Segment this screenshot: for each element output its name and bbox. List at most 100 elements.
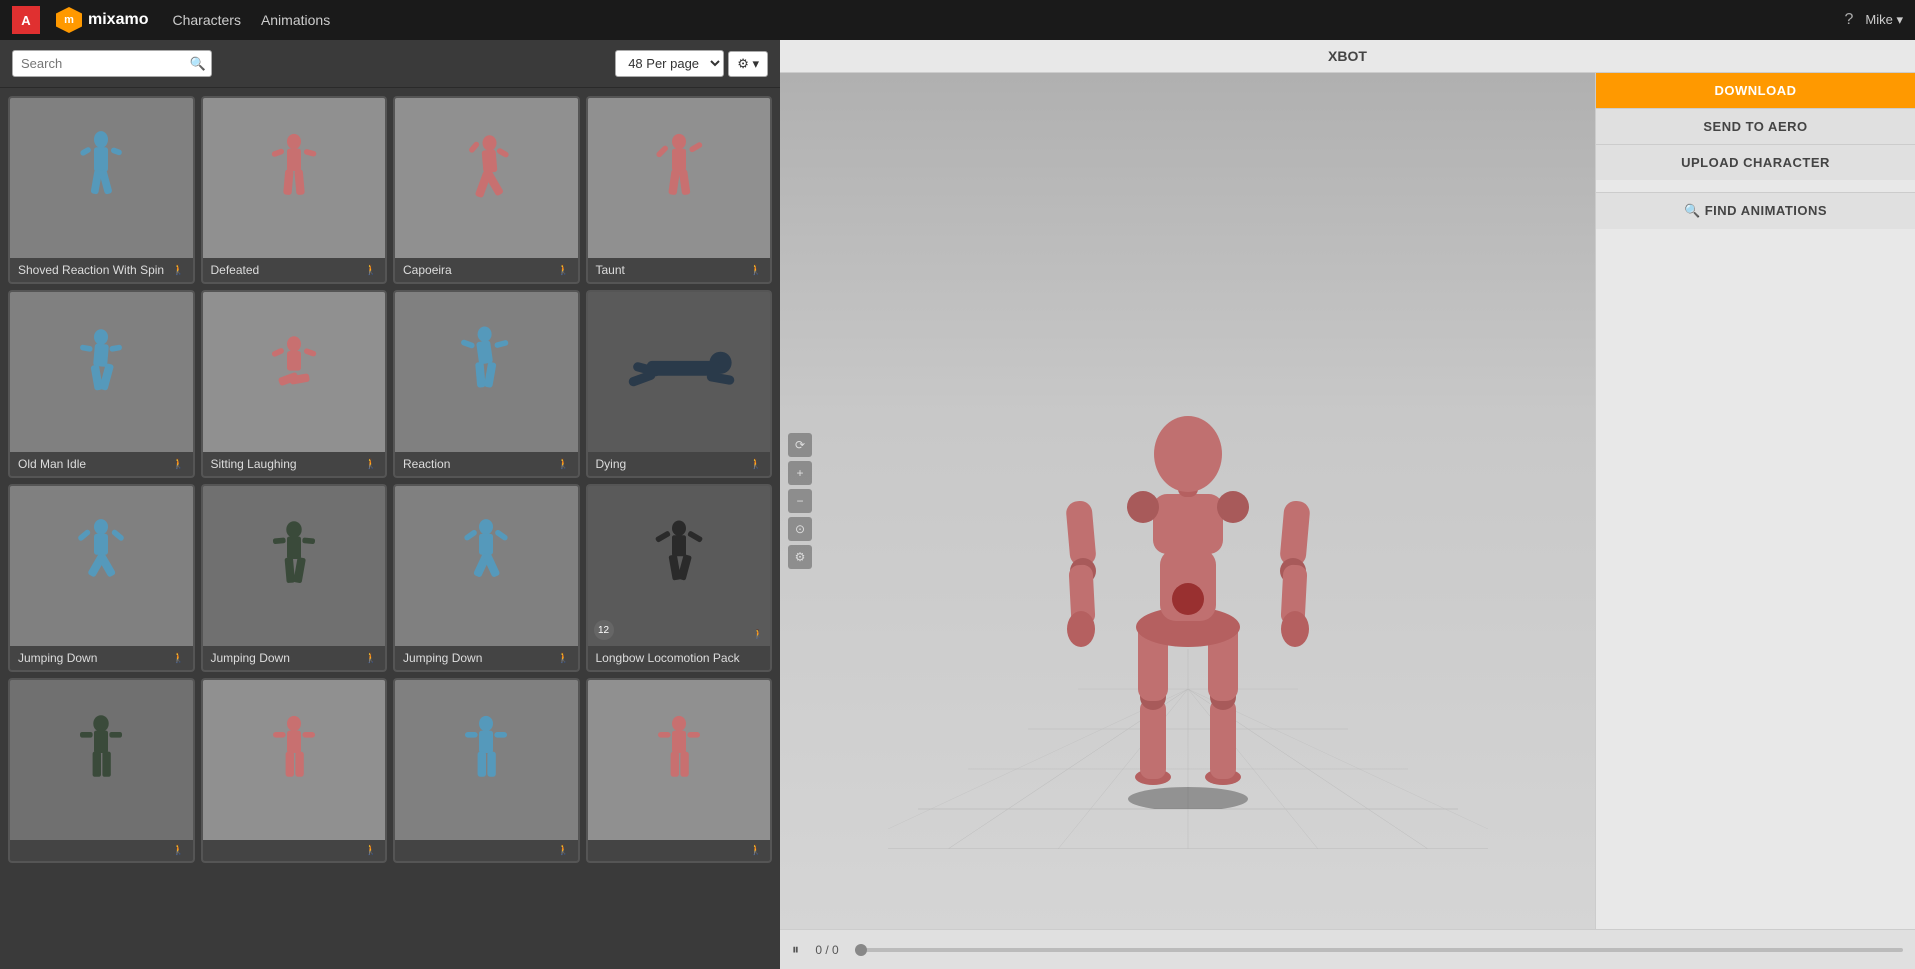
anim-card-reaction[interactable]: Reaction 🚶 [393, 290, 580, 478]
settings-control[interactable]: ⚙ [788, 545, 812, 569]
per-page-select: 48 Per page 24 Per page 12 Per page ⚙ ▾ [615, 50, 768, 77]
nav-right: ? Mike ▾ [1845, 11, 1904, 29]
character-name: XBOT [1328, 48, 1367, 64]
anim-thumb-jumping-1 [10, 486, 193, 646]
search-input[interactable] [12, 50, 212, 77]
right-content: ⟳ + − ⊙ ⚙ DOWNLOAD SEND TO AERO UPLOAD C… [780, 73, 1915, 929]
anim-card-dying[interactable]: Dying 🚶 [586, 290, 773, 478]
anim-label-jumping-3: Jumping Down 🚶 [395, 646, 578, 670]
play-button[interactable]: ⏸ [792, 941, 799, 958]
anim-label-row4-1: 🚶 [10, 840, 193, 861]
anim-name-taunt: Taunt [596, 263, 625, 277]
left-panel: 🔍 48 Per page 24 Per page 12 Per page ⚙ … [0, 40, 780, 969]
anim-card-taunt[interactable]: Taunt 🚶 [586, 96, 773, 284]
animation-grid-wrapper[interactable]: Shoved Reaction With Spin 🚶 [0, 88, 780, 969]
char-figure-blue-2 [66, 312, 136, 432]
anim-name-old-man-idle: Old Man Idle [18, 457, 86, 471]
search-bar: 🔍 48 Per page 24 Per page 12 Per page ⚙ … [0, 40, 780, 88]
zoom-in-control[interactable]: + [788, 461, 812, 485]
anim-label-old-man-idle: Old Man Idle 🚶 [10, 452, 193, 476]
walk-icon-15: 🚶 [557, 845, 569, 856]
anim-card-jumping-2[interactable]: Jumping Down 🚶 [201, 484, 388, 672]
anim-card-row4-2[interactable]: 🚶 [201, 678, 388, 863]
anim-label-row4-3: 🚶 [395, 840, 578, 861]
anim-card-defeated[interactable]: Defeated 🚶 [201, 96, 388, 284]
char-figure-row4-3 [451, 700, 521, 820]
mixamo-hex-icon: m [56, 7, 82, 33]
walk-icon-4: 🚶 [750, 265, 762, 276]
anim-name-jumping-1: Jumping Down [18, 651, 97, 665]
send-to-aero-button[interactable]: SEND TO AERO [1596, 108, 1915, 144]
anim-card-jumping-1[interactable]: Jumping Down 🚶 [8, 484, 195, 672]
anim-thumb-row4-3 [395, 680, 578, 840]
anim-name-reaction: Reaction [403, 457, 450, 471]
pack-icon: 🚶 [753, 629, 764, 640]
anim-name-shoved: Shoved Reaction With Spin [18, 263, 164, 277]
walk-icon-10: 🚶 [365, 653, 377, 664]
anim-thumb-sitting-laughing [203, 292, 386, 452]
walk-icon-5: 🚶 [172, 459, 184, 470]
anim-thumb-jumping-2 [203, 486, 386, 646]
anim-name-jumping-2: Jumping Down [211, 651, 290, 665]
find-animations-button[interactable]: 🔍 FIND ANIMATIONS [1596, 192, 1915, 229]
zoom-out-control[interactable]: − [788, 489, 812, 513]
walk-icon-11: 🚶 [557, 653, 569, 664]
adobe-logo: A [12, 6, 40, 34]
anim-label-defeated: Defeated 🚶 [203, 258, 386, 282]
anim-name-dying: Dying [596, 457, 627, 471]
char-figure-pink-1 [259, 118, 329, 238]
anim-label-row4-4: 🚶 [588, 840, 771, 861]
nav-animations[interactable]: Animations [261, 12, 330, 28]
anim-name-jumping-3: Jumping Down [403, 651, 482, 665]
per-page-dropdown[interactable]: 48 Per page 24 Per page 12 Per page [615, 50, 724, 77]
search-button[interactable]: 🔍 [190, 56, 206, 72]
anim-name-sitting-laughing: Sitting Laughing [211, 457, 297, 471]
anim-label-longbow: Longbow Locomotion Pack [588, 646, 771, 670]
anim-name-longbow: Longbow Locomotion Pack [596, 651, 740, 665]
progress-thumb[interactable] [855, 944, 867, 956]
download-button[interactable]: DOWNLOAD [1596, 73, 1915, 108]
anim-label-shoved: Shoved Reaction With Spin 🚶 [10, 258, 193, 282]
char-figure-pink-3 [644, 118, 714, 238]
main-layout: 🔍 48 Per page 24 Per page 12 Per page ⚙ … [0, 40, 1915, 969]
nav-links: Characters Animations [172, 12, 330, 28]
top-navigation: A m mixamo Characters Animations ? Mike … [0, 0, 1915, 40]
progress-bar[interactable] [855, 948, 1903, 952]
anim-thumb-capoeira [395, 98, 578, 258]
walk-icon-16: 🚶 [750, 845, 762, 856]
anim-card-row4-1[interactable]: 🚶 [8, 678, 195, 863]
nav-characters[interactable]: Characters [172, 12, 240, 28]
search-input-wrapper: 🔍 [12, 50, 212, 77]
walk-icon-3: 🚶 [557, 265, 569, 276]
anim-thumb-reaction [395, 292, 578, 452]
anim-thumb-taunt [588, 98, 771, 258]
anim-thumb-shoved [10, 98, 193, 258]
anim-thumb-dying [588, 292, 771, 452]
upload-character-button[interactable]: UPLOAD CHARACTER [1596, 144, 1915, 180]
reset-control[interactable]: ⊙ [788, 517, 812, 541]
walk-icon-13: 🚶 [172, 845, 184, 856]
viewport-header: XBOT [780, 40, 1915, 73]
anim-card-row4-3[interactable]: 🚶 [393, 678, 580, 863]
anim-card-shoved[interactable]: Shoved Reaction With Spin 🚶 [8, 96, 195, 284]
anim-thumb-row4-2 [203, 680, 386, 840]
viewport-3d[interactable]: ⟳ + − ⊙ ⚙ [780, 73, 1595, 929]
anim-card-old-man-idle[interactable]: Old Man Idle 🚶 [8, 290, 195, 478]
anim-card-sitting-laughing[interactable]: Sitting Laughing 🚶 [201, 290, 388, 478]
anim-card-longbow[interactable]: 12 🚶 Longbow Locomotion Pack [586, 484, 773, 672]
user-menu[interactable]: Mike ▾ [1865, 12, 1903, 28]
walk-icon-2: 🚶 [365, 265, 377, 276]
anim-card-jumping-3[interactable]: Jumping Down 🚶 [393, 484, 580, 672]
character-3d-model [1048, 309, 1328, 809]
pack-badge: 12 [594, 620, 614, 640]
grid-settings-button[interactable]: ⚙ ▾ [728, 51, 768, 77]
rotate-control[interactable]: ⟳ [788, 433, 812, 457]
anim-card-row4-4[interactable]: 🚶 [586, 678, 773, 863]
anim-name-defeated: Defeated [211, 263, 260, 277]
walk-icon-7: 🚶 [557, 459, 569, 470]
anim-card-capoeira[interactable]: Capoeira 🚶 [393, 96, 580, 284]
anim-thumb-row4-1 [10, 680, 193, 840]
help-icon[interactable]: ? [1845, 11, 1854, 29]
anim-thumb-longbow: 12 🚶 [588, 486, 771, 646]
char-figure-blue-5 [451, 506, 521, 626]
